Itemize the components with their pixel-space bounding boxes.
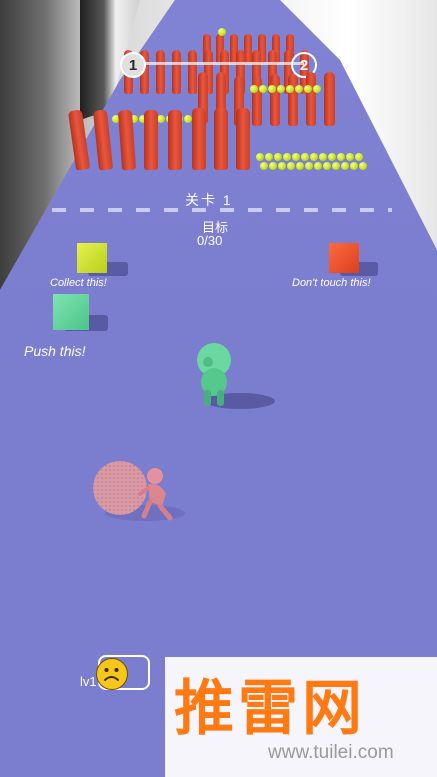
ball-cluster	[260, 162, 367, 170]
goal-count: 0/30	[197, 233, 223, 248]
collect-hint: Collect this!	[50, 277, 107, 289]
push-hint: Push this!	[24, 343, 86, 359]
pole	[244, 34, 252, 64]
avoid-hint: Don't touch this!	[292, 277, 371, 289]
pole	[288, 74, 298, 126]
level-progress-bar	[134, 62, 304, 65]
collect-cube	[77, 243, 107, 273]
player-level: lv1	[80, 674, 97, 689]
watermark-url: www.tuilei.com	[268, 742, 394, 763]
pole	[324, 72, 335, 126]
pole	[214, 108, 228, 170]
pole	[156, 50, 165, 94]
pole	[168, 110, 182, 170]
pole	[306, 72, 316, 126]
ball-row	[250, 85, 321, 93]
player-character	[197, 343, 231, 406]
watermark-logo: 推雷网	[174, 675, 366, 742]
ball-cluster	[256, 153, 363, 161]
pole	[236, 108, 250, 170]
sad-face-icon	[96, 658, 128, 690]
game-scene: 1 2 关卡 1 目标 0/30 Collect this! Don't tou…	[0, 0, 437, 777]
pole	[270, 74, 280, 126]
avoid-cube	[329, 243, 359, 273]
rival-character	[138, 468, 173, 521]
pole	[252, 76, 262, 126]
pole	[192, 108, 206, 170]
pole	[188, 50, 197, 94]
pole	[172, 50, 181, 94]
progress-start-node: 1	[120, 52, 146, 78]
tennis-ball	[218, 28, 226, 36]
push-cube	[53, 294, 89, 330]
pole	[144, 110, 158, 170]
level-label: 关卡 1	[185, 192, 233, 208]
